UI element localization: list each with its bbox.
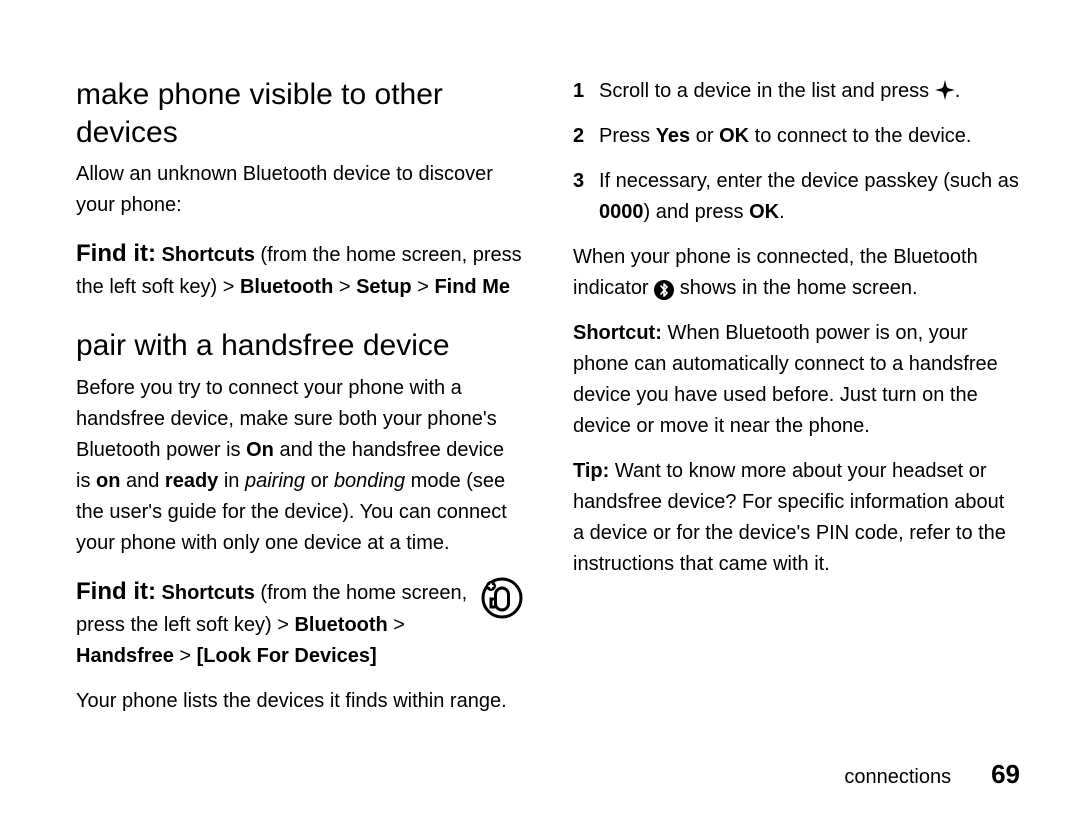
- find-it-lead: Find it:: [76, 240, 156, 267]
- step-3: If necessary, enter the device passkey (…: [599, 166, 1020, 228]
- text-bluetooth: Bluetooth: [294, 614, 387, 636]
- headset-icon: [481, 577, 523, 619]
- text-look-for-devices: [Look For Devices]: [197, 645, 377, 667]
- text: >: [333, 276, 356, 298]
- text-ok: OK: [749, 201, 779, 223]
- step-number-2: 2: [573, 121, 599, 152]
- page-footer: connections 69: [844, 754, 1020, 794]
- text: to connect to the device.: [749, 125, 971, 147]
- text: ) and press: [644, 201, 750, 223]
- para-allow-discover: Allow an unknown Bluetooth device to dis…: [76, 159, 523, 221]
- text: Want to know more about your headset or …: [573, 460, 1006, 575]
- step-number-3: 3: [573, 166, 599, 228]
- text-ok: OK: [719, 125, 749, 147]
- text-pairing: pairing: [245, 470, 305, 492]
- text: >: [388, 614, 405, 636]
- text-yes: Yes: [656, 125, 690, 147]
- left-column: make phone visible to other devices Allo…: [76, 76, 523, 814]
- text: >: [412, 276, 435, 298]
- find-it-lead: Find it:: [76, 578, 156, 605]
- step-1: Scroll to a device in the list and press…: [599, 76, 1020, 107]
- text: or: [305, 470, 334, 492]
- footer-section: connections: [844, 762, 951, 793]
- text: or: [690, 125, 719, 147]
- step-2: Press Yes or OK to connect to the device…: [599, 121, 1020, 152]
- text: If necessary, enter the device passkey (…: [599, 170, 1019, 192]
- heading-make-visible: make phone visible to other devices: [76, 76, 523, 151]
- para-lists-devices: Your phone lists the devices it finds wi…: [76, 686, 523, 717]
- text-on-1: On: [246, 439, 274, 461]
- text-handsfree: Handsfree: [76, 645, 174, 667]
- para-tip: Tip: Want to know more about your headse…: [573, 456, 1020, 580]
- text: Scroll to a device in the list and press: [599, 80, 935, 102]
- text-shortcuts: Shortcuts: [156, 582, 255, 604]
- label-shortcut: Shortcut:: [573, 322, 662, 344]
- text-bonding: bonding: [334, 470, 405, 492]
- find-it-2: Find it: Shortcuts (from the home screen…: [76, 573, 523, 672]
- step-number-1: 1: [573, 76, 599, 107]
- bluetooth-indicator-icon: [654, 280, 674, 300]
- text: Press: [599, 125, 656, 147]
- para-shortcut: Shortcut: When Bluetooth power is on, yo…: [573, 318, 1020, 442]
- right-column: 1 Scroll to a device in the list and pre…: [573, 76, 1020, 814]
- text: >: [174, 645, 197, 667]
- numbered-steps: 1 Scroll to a device in the list and pre…: [573, 76, 1020, 228]
- text: .: [955, 80, 961, 102]
- text-0000: 0000: [599, 201, 644, 223]
- text-on-2: on: [96, 470, 120, 492]
- footer-page-number: 69: [991, 754, 1020, 794]
- center-select-icon: [935, 80, 955, 100]
- text: in: [218, 470, 245, 492]
- text-find-me: Find Me: [434, 276, 510, 298]
- label-tip: Tip:: [573, 460, 609, 482]
- heading-pair-handsfree: pair with a handsfree device: [76, 327, 523, 365]
- para-bt-indicator: When your phone is connected, the Blueto…: [573, 242, 1020, 304]
- text: and: [120, 470, 164, 492]
- text: .: [779, 201, 785, 223]
- text: shows in the home screen.: [674, 277, 917, 299]
- text-shortcuts: Shortcuts: [156, 244, 255, 266]
- find-it-1: Find it: Shortcuts (from the home screen…: [76, 235, 523, 303]
- para-before-pairing: Before you try to connect your phone wit…: [76, 373, 523, 559]
- text-ready: ready: [165, 470, 218, 492]
- manual-page: make phone visible to other devices Allo…: [0, 0, 1080, 834]
- text-bluetooth: Bluetooth: [240, 276, 333, 298]
- text-setup: Setup: [356, 276, 412, 298]
